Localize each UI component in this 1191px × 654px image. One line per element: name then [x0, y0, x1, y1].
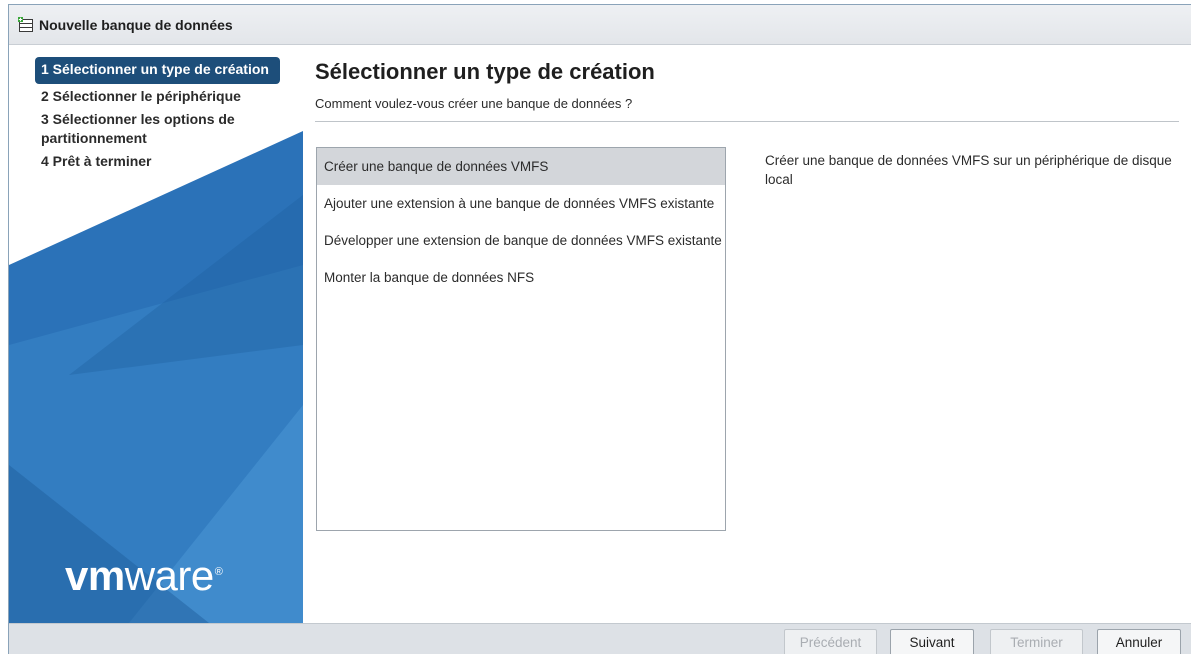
cancel-button[interactable]: Annuler [1097, 629, 1181, 654]
dialog-title: Nouvelle banque de données [39, 16, 233, 33]
wizard-content: Sélectionner un type de création Comment… [303, 45, 1191, 623]
option-description: Créer une banque de données VMFS sur un … [765, 153, 1172, 187]
option-create-vmfs[interactable]: Créer une banque de données VMFS [317, 148, 725, 185]
next-button[interactable]: Suivant [890, 629, 974, 654]
wizard-steps: 1 Sélectionner un type de création 2 Sél… [35, 57, 280, 174]
datastore-add-icon [18, 16, 33, 32]
divider [315, 121, 1179, 122]
option-mount-nfs[interactable]: Monter la banque de données NFS [317, 259, 725, 296]
new-datastore-dialog: Nouvelle banque de données 1 Sélectionne… [8, 4, 1191, 654]
step-1[interactable]: 1 Sélectionner un type de création [35, 57, 280, 84]
wizard-sidebar: 1 Sélectionner un type de création 2 Sél… [9, 45, 303, 623]
previous-button[interactable]: Précédent [784, 629, 877, 654]
step-3[interactable]: 3 Sélectionner les options de partitionn… [35, 109, 280, 149]
page-subtitle: Comment voulez-vous créer une banque de … [315, 96, 633, 111]
vmware-logo: vmware® [65, 552, 223, 599]
option-add-extent[interactable]: Ajouter une extension à une banque de do… [317, 185, 725, 222]
title-bar: Nouvelle banque de données [9, 5, 1191, 45]
step-4[interactable]: 4 Prêt à terminer [35, 151, 280, 172]
page-title: Sélectionner un type de création [315, 59, 655, 84]
creation-type-list[interactable]: Créer une banque de données VMFS Ajouter… [316, 147, 726, 531]
wizard-footer: Précédent Suivant Terminer Annuler [9, 623, 1191, 654]
option-expand-extent[interactable]: Développer une extension de banque de do… [317, 222, 725, 259]
finish-button[interactable]: Terminer [990, 629, 1083, 654]
step-2[interactable]: 2 Sélectionner le périphérique [35, 86, 280, 107]
